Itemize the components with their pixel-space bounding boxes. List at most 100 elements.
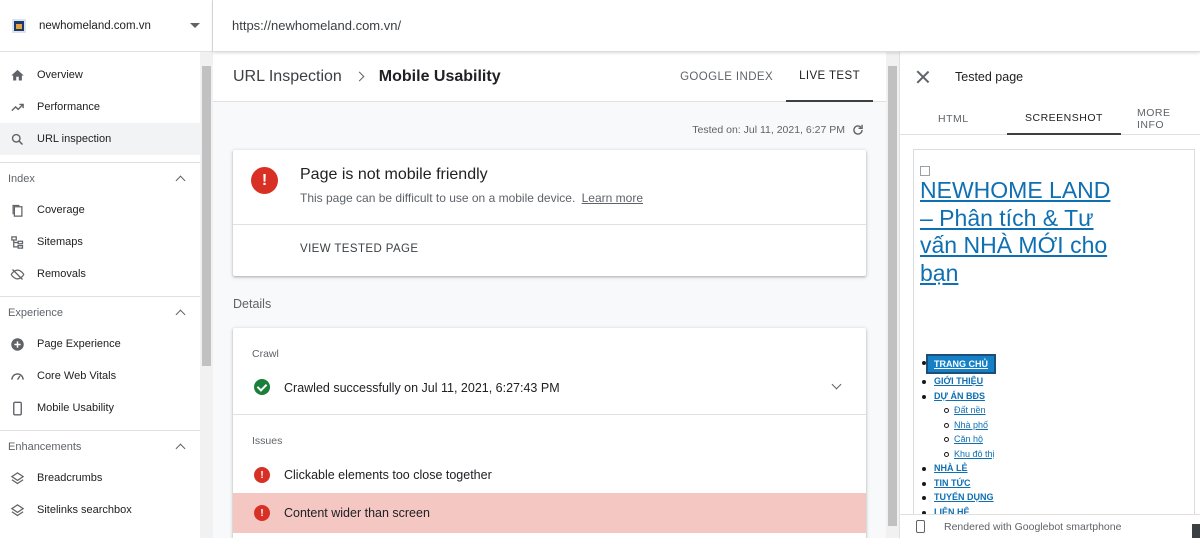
sidebar-item-coverage[interactable]: Coverage	[0, 194, 212, 226]
sidebar-item-label: Page Experience	[37, 338, 121, 350]
home-icon	[9, 67, 25, 83]
section-title: Enhancements	[8, 440, 82, 453]
crawl-status: Crawled successfully on Jul 11, 2021, 6:…	[284, 381, 560, 395]
list-item[interactable]: Căn hộ	[934, 432, 995, 447]
sidebar-section-experience: Experience Page Experience Core Web Vita…	[0, 296, 212, 424]
panel-edge	[1192, 524, 1200, 538]
menu-link[interactable]: GIỚI THIỆU	[934, 376, 983, 386]
crawl-label: Crawl	[252, 348, 279, 360]
details-card: Crawl Crawled successfully on Jul 11, 20…	[233, 328, 866, 538]
property-name: newhomeland.com.vn	[39, 19, 151, 32]
tested-on: Tested on: Jul 11, 2021, 6:27 PM	[692, 123, 865, 137]
menu-link[interactable]: TRANG CHỦ	[926, 354, 996, 374]
tab-more-info[interactable]: MORE INFO	[1137, 102, 1200, 135]
sidebar-scrollbar-thumb[interactable]	[202, 66, 211, 366]
list-item[interactable]: TRANG CHỦ	[922, 354, 996, 374]
view-tested-page-button[interactable]: VIEW TESTED PAGE	[300, 243, 418, 255]
sidebar-item-label: Coverage	[37, 204, 85, 216]
list-item[interactable]: NHÀ LẺ	[922, 461, 995, 476]
list-item[interactable]: Nhà phố	[934, 418, 995, 433]
chevron-down-icon[interactable]	[831, 379, 842, 390]
issue-row-content-wider[interactable]: ! Content wider than screen	[233, 493, 866, 533]
sidebar-item-mobile-usability[interactable]: Mobile Usability	[0, 392, 212, 424]
sidebar-item-url-inspection[interactable]: URL inspection	[0, 123, 212, 155]
list-item[interactable]: TIN TỨC	[922, 476, 995, 491]
chevron-up-icon	[175, 309, 186, 320]
section-header-index[interactable]: Index	[0, 163, 212, 194]
tab-google-index[interactable]: GOOGLE INDEX	[667, 52, 786, 102]
list-item[interactable]: Khu đô thị	[934, 447, 995, 462]
check-circle-icon	[254, 379, 270, 395]
layers-icon	[9, 470, 25, 486]
tested-page-panel: Tested page HTML SCREENSHOT MORE INFO NE…	[899, 52, 1200, 538]
menu-link[interactable]: TUYỂN DỤNG	[934, 492, 994, 502]
section-header-experience[interactable]: Experience	[0, 297, 212, 328]
gauge-icon	[9, 368, 25, 384]
sidebar-item-core-web-vitals[interactable]: Core Web Vitals	[0, 360, 212, 392]
status-subtitle-text: This page can be difficult to use on a m…	[300, 191, 576, 205]
error-icon: !	[251, 167, 278, 194]
status-card: ! Page is not mobile friendly This page …	[233, 150, 866, 276]
list-item[interactable]: GIỚI THIỆU	[922, 374, 995, 389]
list-item[interactable]: DỰ ÁN BĐS	[922, 389, 995, 404]
list-item[interactable]: Đất nền	[934, 403, 995, 418]
close-icon[interactable]	[916, 70, 930, 84]
tested-on-text: Tested on: Jul 11, 2021, 6:27 PM	[692, 124, 845, 136]
sidebar-item-label: Core Web Vitals	[37, 370, 117, 382]
menu-link[interactable]: TIN TỨC	[934, 478, 970, 488]
page-screenshot[interactable]: NEWHOME LAND – Phân tích & Tư vấn NHÀ MỚ…	[913, 149, 1195, 515]
site-menu: TRANG CHỦ GIỚI THIỆU DỰ ÁN BĐS Đất nền N…	[922, 354, 996, 514]
menu-link[interactable]: DỰ ÁN BĐS	[934, 391, 985, 401]
section-header-enhancements[interactable]: Enhancements	[0, 431, 212, 462]
sidebar-item-sitemaps[interactable]: Sitemaps	[0, 226, 212, 258]
trending-icon	[9, 99, 25, 115]
sitemap-icon	[9, 234, 25, 250]
menu-link[interactable]: NHÀ LẺ	[934, 463, 968, 473]
sidebar-item-breadcrumbs[interactable]: Breadcrumbs	[0, 462, 212, 494]
sidebar-item-performance[interactable]: Performance	[0, 91, 212, 123]
learn-more-link[interactable]: Learn more	[582, 191, 643, 205]
tab-live-test[interactable]: LIVE TEST	[786, 52, 873, 102]
dropdown-caret-icon	[190, 23, 200, 28]
error-icon: !	[254, 505, 270, 521]
site-title-link[interactable]: NEWHOME LAND – Phân tích & Tư vấn NHÀ MỚ…	[920, 177, 1120, 287]
sidebar-item-label: URL inspection	[37, 133, 112, 145]
sidebar-item-label: Removals	[37, 268, 86, 280]
inspected-url: https://newhomeland.com.vn/	[232, 18, 402, 33]
main-scrollbar[interactable]	[886, 52, 899, 538]
inspection-tabs: GOOGLE INDEX LIVE TEST	[667, 52, 873, 102]
status-title: Page is not mobile friendly	[300, 166, 488, 183]
sidebar-item-sitelinks-searchbox[interactable]: Sitelinks searchbox	[0, 494, 212, 526]
sidebar-item-page-experience[interactable]: Page Experience	[0, 328, 212, 360]
error-icon: !	[254, 467, 270, 483]
panel-footer: Rendered with Googlebot smartphone	[900, 514, 1200, 538]
refresh-icon[interactable]	[851, 123, 865, 137]
tab-html[interactable]: HTML	[938, 102, 969, 135]
property-selector[interactable]: newhomeland.com.vn	[0, 0, 212, 52]
sidebar-item-removals[interactable]: Removals	[0, 258, 212, 290]
url-bar[interactable]: https://newhomeland.com.vn/	[213, 0, 1200, 52]
tab-screenshot[interactable]: SCREENSHOT	[1007, 102, 1121, 135]
menu-link[interactable]: Đất nền	[954, 405, 986, 415]
sidebar-section-enhancements: Enhancements Breadcrumbs Sitelinks searc…	[0, 430, 212, 526]
main-scrollbar-thumb[interactable]	[888, 66, 897, 526]
divider	[233, 414, 866, 415]
layers-icon	[9, 502, 25, 518]
sidebar-item-label: Sitemaps	[37, 236, 83, 248]
menu-link[interactable]: Căn hộ	[954, 434, 983, 444]
smartphone-icon	[916, 520, 925, 533]
chevron-right-icon	[354, 71, 365, 82]
status-subtitle: This page can be difficult to use on a m…	[300, 191, 643, 205]
panel-title: Tested page	[955, 70, 1024, 84]
search-icon	[9, 131, 25, 147]
sidebar-item-label: Mobile Usability	[37, 402, 115, 414]
breadcrumb-url-inspection[interactable]: URL Inspection	[233, 68, 342, 86]
sidebar-item-overview[interactable]: Overview	[0, 59, 212, 91]
issue-row-clickable-elements[interactable]: ! Clickable elements too close together	[233, 455, 866, 495]
menu-link[interactable]: Khu đô thị	[954, 449, 995, 459]
sidebar-section-index: Index Coverage Sitemaps Removals	[0, 162, 212, 290]
chevron-up-icon	[175, 443, 186, 454]
sidebar-item-label: Performance	[37, 101, 100, 113]
menu-link[interactable]: Nhà phố	[954, 420, 988, 430]
list-item[interactable]: TUYỂN DỤNG	[922, 490, 995, 505]
